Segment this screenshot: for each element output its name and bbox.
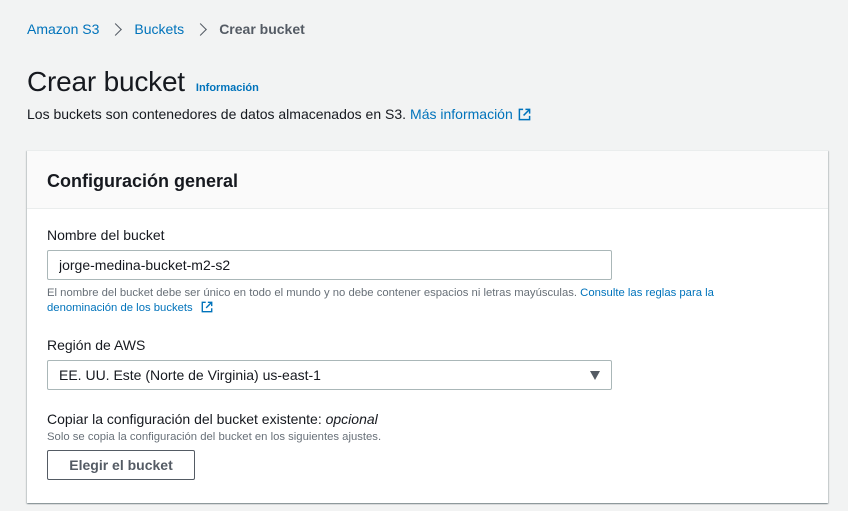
general-configuration-panel: Configuración general Nombre del bucket … bbox=[27, 150, 828, 503]
copy-settings-label: Copiar la configuración del bucket exist… bbox=[47, 411, 378, 427]
caret-down-icon bbox=[590, 370, 600, 380]
more-info-link[interactable]: Más información bbox=[410, 105, 531, 123]
copy-settings-description: Solo se copia la configuración del bucke… bbox=[47, 431, 382, 443]
bucket-name-hint-text: El nombre del bucket debe ser único en t… bbox=[47, 287, 578, 299]
breadcrumb-buckets[interactable]: Buckets bbox=[134, 20, 184, 38]
breadcrumb-current: Crear bucket bbox=[219, 21, 305, 37]
copy-settings-label-text: Copiar la configuración del bucket exist… bbox=[47, 411, 322, 427]
optional-marker: opcional bbox=[325, 411, 378, 427]
external-link-icon bbox=[518, 108, 531, 120]
chevron-right-icon bbox=[194, 22, 208, 36]
info-link[interactable]: Información bbox=[196, 82, 259, 94]
panel-title: Configuración general bbox=[47, 171, 239, 191]
aws-region-label: Región de AWS bbox=[47, 337, 146, 353]
page-description-text: Los buckets son contenedores de datos al… bbox=[27, 106, 407, 122]
page-title: Crear bucket bbox=[27, 66, 185, 97]
breadcrumb: Amazon S3 Buckets Crear bucket bbox=[27, 20, 305, 38]
bucket-name-label: Nombre del bucket bbox=[47, 227, 165, 243]
page-description: Los buckets son contenedores de datos al… bbox=[27, 105, 531, 123]
aws-region-select[interactable]: EE. UU. Este (Norte de Virginia) us-east… bbox=[47, 360, 612, 390]
breadcrumb-amazon-s3[interactable]: Amazon S3 bbox=[27, 20, 99, 38]
bucket-name-hint: El nombre del bucket debe ser único en t… bbox=[47, 286, 787, 316]
page-header: Crear bucket Información bbox=[27, 66, 259, 98]
choose-bucket-button[interactable]: Elegir el bucket bbox=[47, 450, 195, 480]
chevron-right-icon bbox=[109, 22, 123, 36]
aws-region-selected-value: EE. UU. Este (Norte de Virginia) us-east… bbox=[59, 367, 321, 383]
more-info-link-label: Más información bbox=[410, 106, 513, 122]
external-link-icon bbox=[201, 301, 213, 313]
bucket-name-input[interactable] bbox=[47, 250, 612, 280]
panel-header: Configuración general bbox=[27, 151, 828, 209]
